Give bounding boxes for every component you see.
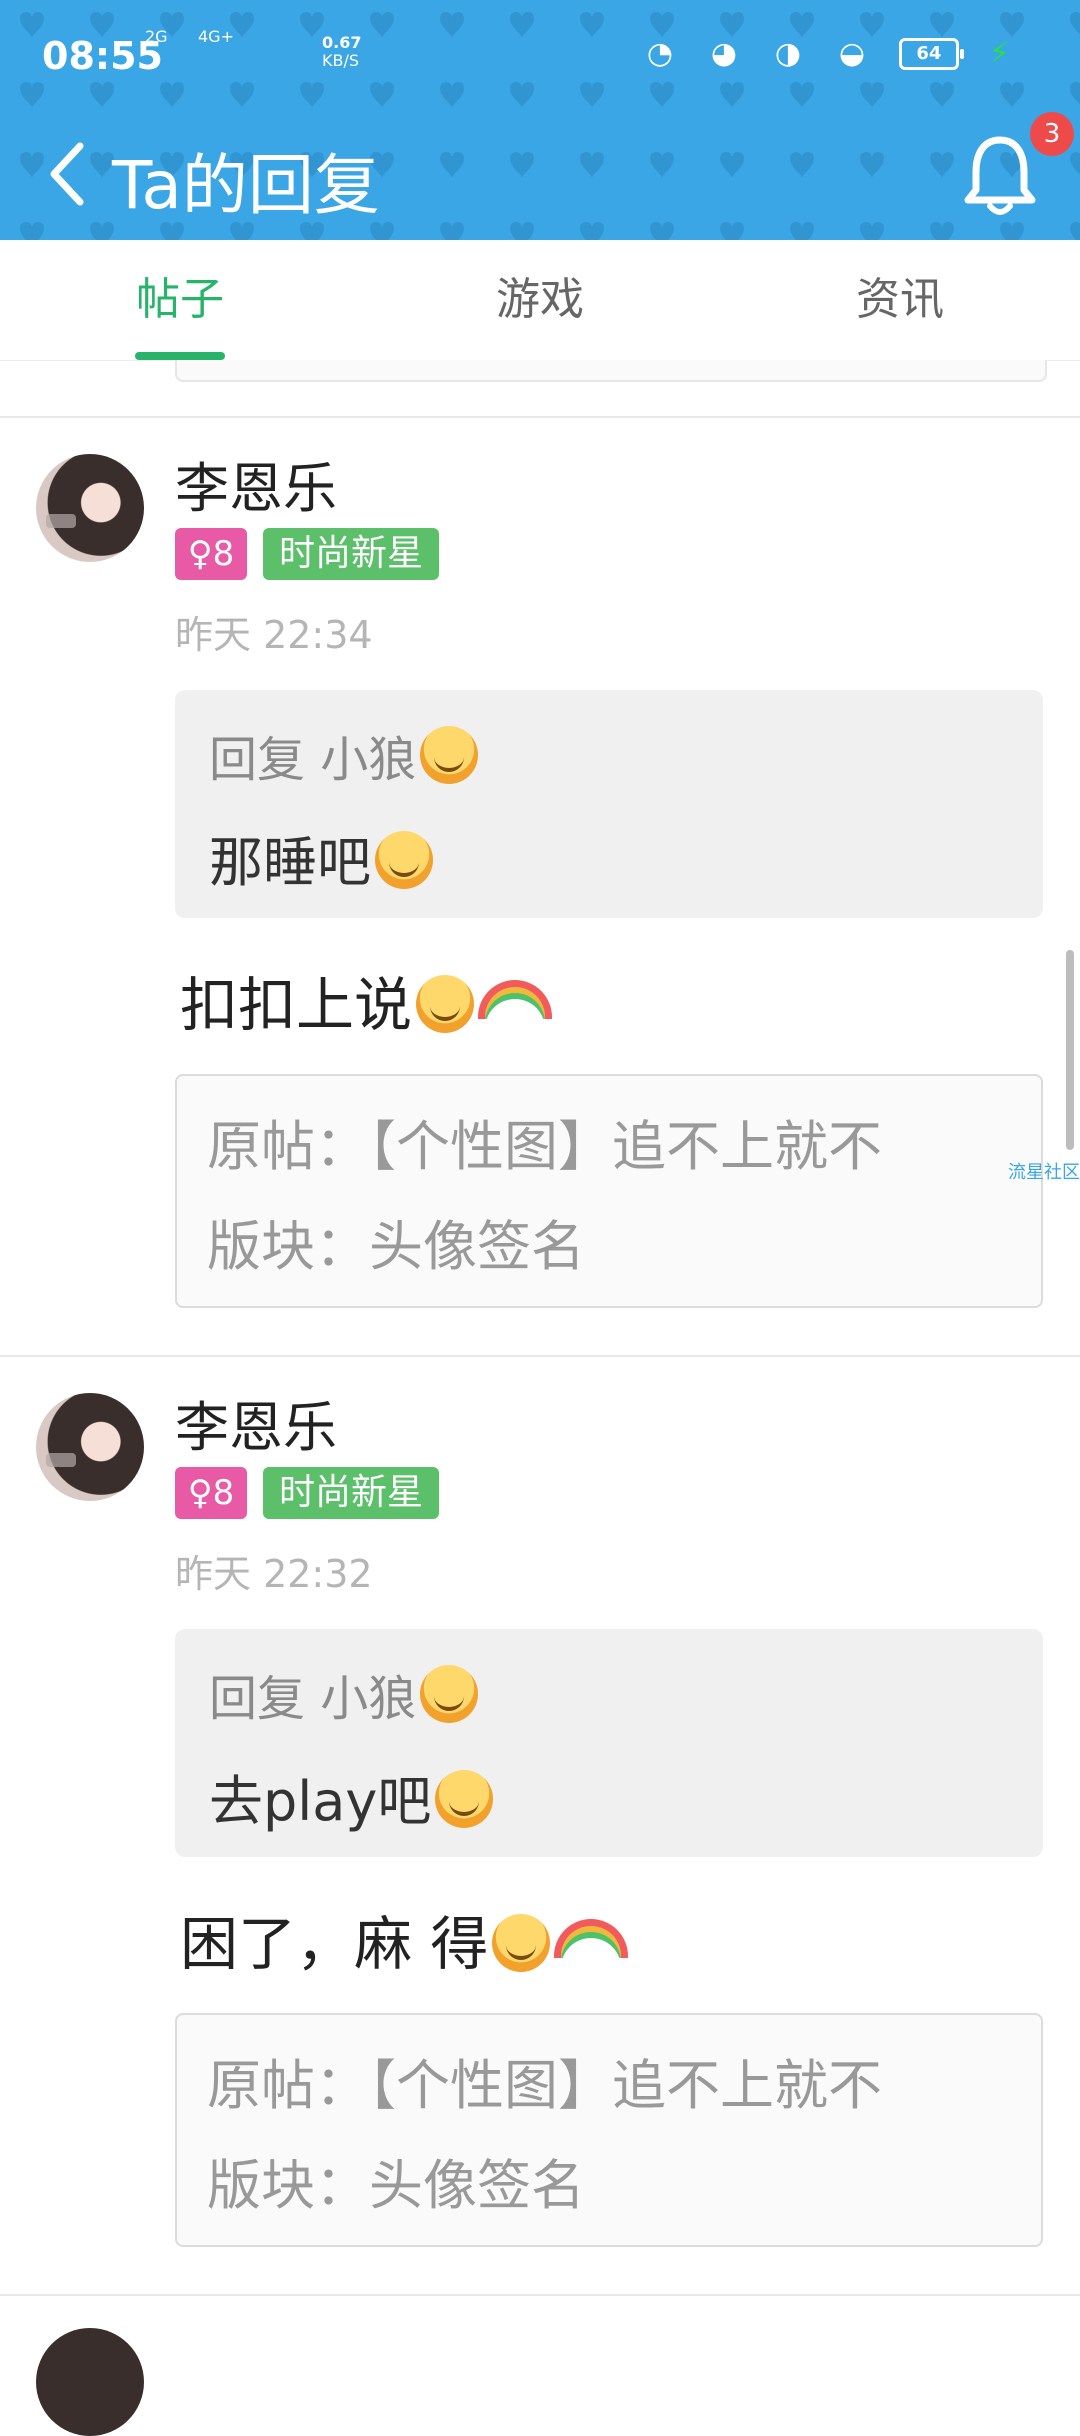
network-speed-value: 0.67	[322, 33, 362, 52]
swan-icon: ◒	[838, 35, 866, 71]
smile-emoji-icon	[435, 1770, 494, 1828]
app-header: 08:55 2G 4G+ 0.67 KB/S ◔ ◕ ◑ ◒ 64 ⚡ Ta的回…	[0, 0, 1080, 240]
reply-text: 困了，麻 得	[180, 1910, 489, 1978]
network-4g-label: 4G+	[198, 27, 234, 46]
source-post-card[interactable]: 原帖：【个性图】追不上就不 版块：头像签名	[175, 2013, 1043, 2247]
tab-bar: 帖子 游戏 资讯	[0, 240, 1080, 361]
divider	[0, 2294, 1080, 2296]
quote-header: 回复 小狼	[209, 1659, 479, 1729]
username[interactable]: 李恩乐	[175, 444, 337, 523]
network-speed-unit: KB/S	[322, 51, 360, 70]
reply-item: 李恩乐 ♀8 时尚新星 昨天 22:34 回复 小狼 那睡吧 扣扣上说 原帖：【…	[0, 418, 1080, 1353]
tab-posts[interactable]: 帖子	[0, 240, 360, 360]
watermark: 流星社区	[1008, 1162, 1080, 1183]
timestamp: 昨天 22:32	[175, 1552, 373, 1596]
smile-emoji-icon	[375, 831, 433, 889]
back-arrow-icon[interactable]	[40, 134, 100, 214]
gender-badge: ♀8	[175, 528, 247, 580]
avatar[interactable]	[36, 2328, 144, 2436]
gender-badge: ♀8	[175, 1467, 247, 1519]
source-post-card[interactable]: 原帖：【个性图】追不上就不 版块：头像签名	[175, 1074, 1043, 1308]
battery-icon: 64	[898, 37, 964, 70]
avatar[interactable]	[36, 1393, 144, 1501]
level-badge: 时尚新星	[263, 1467, 440, 1519]
bell-icon[interactable]	[960, 130, 1040, 220]
previous-post-source-card[interactable]	[175, 360, 1047, 382]
timestamp: 昨天 22:34	[175, 613, 373, 657]
rainbow-emoji-icon	[554, 1919, 629, 1958]
notification-badge: 3	[1030, 112, 1074, 156]
quote-header-text: 回复 小狼	[209, 732, 417, 788]
quote-header: 回复 小狼	[209, 720, 479, 790]
quoted-reply[interactable]: 回复 小狼 那睡吧	[175, 690, 1043, 918]
squirrel-icon: ◑	[774, 35, 802, 71]
smile-emoji-icon	[416, 975, 475, 1033]
rabbit-icon: ◕	[710, 35, 738, 71]
source-board: 版块：头像签名	[207, 1215, 585, 1278]
smile-emoji-icon	[420, 1665, 479, 1723]
network-2g-label: 2G	[145, 27, 168, 46]
tab-games[interactable]: 游戏	[360, 240, 720, 360]
scrollbar[interactable]	[1066, 950, 1074, 1150]
quote-header-text: 回复 小狼	[209, 1671, 417, 1727]
page-title: Ta的回复	[112, 147, 380, 224]
username[interactable]: 李恩乐	[175, 1383, 337, 1462]
rainbow-emoji-icon	[478, 980, 553, 1019]
smile-emoji-icon	[492, 1914, 551, 1972]
reply-item: 李恩乐 ♀8 时尚新星 昨天 22:32 回复 小狼 去play吧 困了，麻 得…	[0, 1357, 1080, 2292]
status-icons: ◔ ◕ ◑ ◒ 64 ⚡	[643, 36, 1010, 71]
quote-body-text: 去play吧	[209, 1770, 432, 1833]
reply-content: 困了，麻 得	[180, 1897, 629, 1981]
nav-bar: Ta的回复	[0, 112, 1080, 240]
charging-icon: ⚡	[988, 36, 1010, 71]
status-bar: 08:55 2G 4G+ 0.67 KB/S ◔ ◕ ◑ ◒ 64 ⚡	[0, 0, 1080, 112]
duck-icon: ◔	[646, 35, 674, 71]
tab-news[interactable]: 资讯	[720, 240, 1080, 360]
quote-body-text: 那睡吧	[209, 831, 371, 894]
quoted-reply[interactable]: 回复 小狼 去play吧	[175, 1629, 1043, 1857]
tab-label: 游戏	[496, 274, 584, 325]
level-badge: 时尚新星	[263, 528, 440, 580]
reply-content: 扣扣上说	[180, 958, 553, 1042]
tab-label: 资讯	[856, 274, 944, 325]
tab-active-indicator	[135, 352, 225, 360]
source-post-title: 原帖：【个性图】追不上就不	[207, 2054, 882, 2117]
source-post-title: 原帖：【个性图】追不上就不	[207, 1115, 882, 1178]
avatar[interactable]	[36, 454, 144, 562]
quote-text: 那睡吧	[209, 818, 433, 897]
quote-text: 去play吧	[209, 1757, 494, 1836]
tab-label: 帖子	[136, 274, 224, 325]
smile-emoji-icon	[420, 726, 479, 784]
reply-text: 扣扣上说	[180, 971, 413, 1039]
source-board: 版块：头像签名	[207, 2154, 585, 2217]
